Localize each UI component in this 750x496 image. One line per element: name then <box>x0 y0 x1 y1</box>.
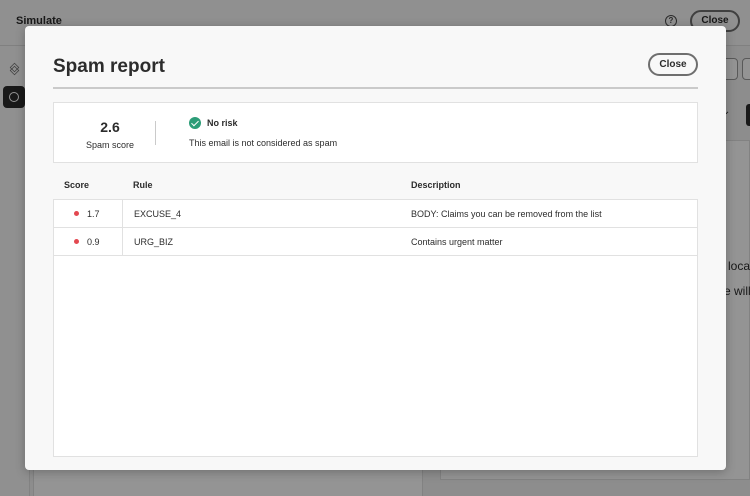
risk-status-title: No risk <box>207 118 238 128</box>
rule-score: 1.7 <box>87 209 100 219</box>
rule-score: 0.9 <box>87 237 100 247</box>
dialog-title: Spam report <box>53 56 165 77</box>
rules-table-header: Score Rule Description <box>53 180 698 198</box>
summary-divider <box>155 121 156 145</box>
score-cell: 0.9 <box>54 228 123 256</box>
spam-score-value: 2.6 <box>100 119 120 135</box>
dialog-close-button[interactable]: Close <box>648 53 698 76</box>
rule-description: Contains urgent matter <box>411 237 503 247</box>
table-row: 0.9 URG_BIZ Contains urgent matter <box>54 228 697 256</box>
rule-name: EXCUSE_4 <box>134 209 182 219</box>
rules-table: 1.7 EXCUSE_4 BODY: Claims you can be rem… <box>53 199 698 457</box>
spam-summary-card: 2.6 Spam score No risk This email is not… <box>53 102 698 163</box>
spam-score-label: Spam score <box>85 140 135 150</box>
table-row: 1.7 EXCUSE_4 BODY: Claims you can be rem… <box>54 200 697 228</box>
column-header-score: Score <box>64 180 90 190</box>
severity-dot-icon <box>74 239 79 244</box>
spam-report-dialog: Spam report Close 2.6 Spam score No risk… <box>25 26 726 470</box>
severity-dot-icon <box>74 211 79 216</box>
column-header-rule: Rule <box>133 180 153 190</box>
score-cell: 1.7 <box>54 200 123 228</box>
dialog-divider <box>53 87 698 89</box>
checkmark-circle-icon <box>189 117 201 129</box>
rule-description: BODY: Claims you can be removed from the… <box>411 209 602 219</box>
column-header-description: Description <box>411 180 461 190</box>
rule-name: URG_BIZ <box>134 237 174 247</box>
risk-status-description: This email is not considered as spam <box>189 138 338 148</box>
